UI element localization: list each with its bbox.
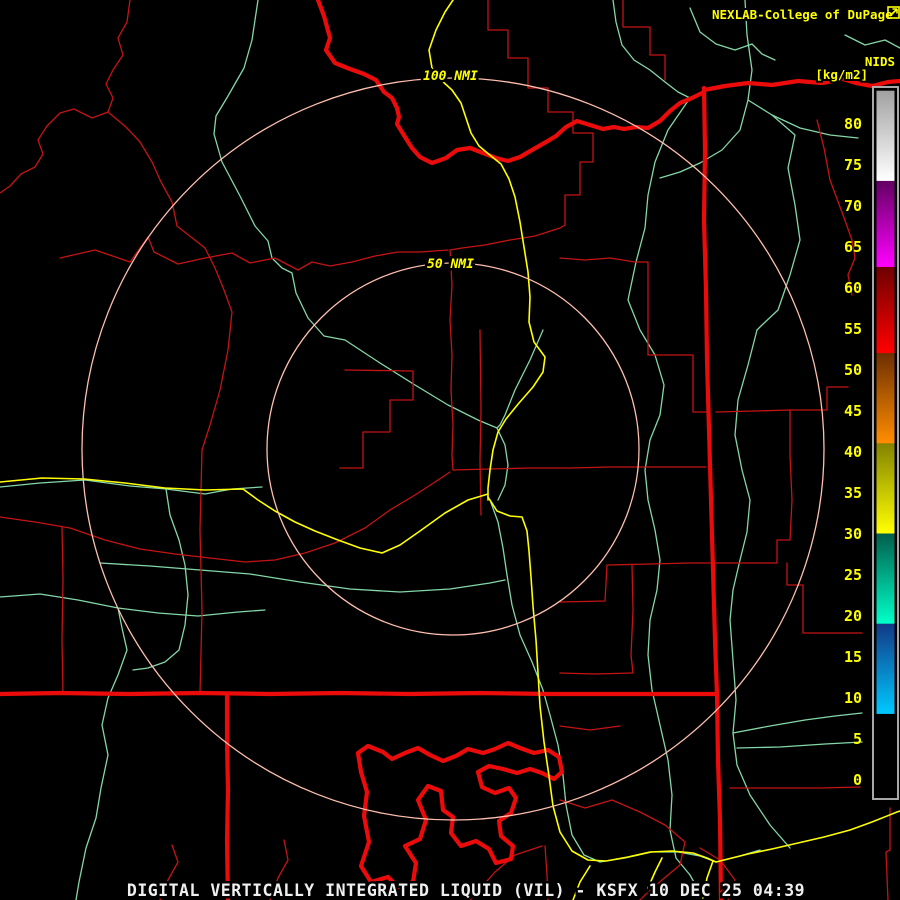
county-lines-layer [0, 0, 891, 900]
colorbar-tick-70: 70 [844, 197, 862, 215]
rivers-layer [0, 0, 900, 900]
county-line [59, 236, 449, 271]
product-label: NIDS [865, 54, 895, 69]
range-ring-100nmi [81, 77, 825, 821]
river-path [132, 488, 189, 671]
county-line [559, 257, 707, 413]
county-line [715, 386, 891, 900]
range-ring-50nmi-label: 50 NMI [427, 257, 474, 272]
state-border [701, 76, 900, 93]
river-path [736, 741, 863, 749]
county-line [199, 449, 203, 695]
range-ring-100nmi-label: 100 NMI [423, 69, 478, 84]
colorbar-tick-55: 55 [844, 320, 862, 338]
status-bar-text: DIGITAL VERTICALLY INTEGRATED LIQUID (VI… [127, 881, 805, 900]
county-line [339, 369, 414, 469]
colorbar-tick-50: 50 [844, 361, 862, 379]
colorbar-tick-20: 20 [844, 607, 862, 625]
state-border [701, 85, 724, 900]
colorbar-tick-60: 60 [844, 279, 862, 297]
river-path [213, 0, 498, 429]
county-line [61, 526, 64, 695]
colorbar: 80757065605550454035302520151050 [844, 86, 899, 800]
state-border [0, 690, 719, 697]
state-borders-layer [0, 0, 900, 900]
river-path [99, 562, 506, 593]
colorbar-tick-80: 80 [844, 115, 862, 133]
colorbar-tick-25: 25 [844, 566, 862, 584]
river-path [0, 593, 266, 617]
river-path [0, 479, 263, 495]
colorbar-tick-10: 10 [844, 689, 862, 707]
colorbar-tick-labels: 80757065605550454035302520151050 [844, 115, 862, 789]
units-label: [kg/m2] [815, 67, 868, 82]
colorbar-tick-30: 30 [844, 525, 862, 543]
colorbar-tick-75: 75 [844, 156, 862, 174]
river-path [747, 99, 801, 331]
colorbar-tick-35: 35 [844, 484, 862, 502]
county-line [449, 249, 454, 471]
radar-display: 50 NMI 100 NMI 80 75 70 65 60 55 50 45 40 35 30 25 2… [0, 0, 900, 900]
radar-map: 50 NMI 100 NMI 8075706560555045403530252… [0, 0, 900, 900]
nexlab-title: NEXLAB-College of DuPage [712, 7, 893, 22]
range-ring-50nmi [266, 262, 640, 636]
county-line [107, 111, 233, 451]
county-line [622, 0, 666, 81]
river-path [75, 607, 128, 900]
colorbar-gradient [876, 90, 895, 797]
colorbar-tick-45: 45 [844, 402, 862, 420]
river-path [729, 329, 791, 849]
county-line [479, 329, 482, 516]
colorbar-tick-5: 5 [853, 730, 862, 748]
highways-layer [0, 0, 900, 900]
highway-path [0, 477, 489, 554]
colorbar-tick-0: 0 [853, 771, 862, 789]
river-path [496, 329, 544, 501]
state-border [315, 0, 707, 166]
colorbar-tick-65: 65 [844, 238, 862, 256]
state-border [224, 691, 231, 900]
river-path [732, 712, 863, 734]
colorbar-tick-15: 15 [844, 648, 862, 666]
county-line [0, 471, 451, 563]
colorbar-tick-40: 40 [844, 443, 862, 461]
county-line [0, 0, 131, 194]
river-path [844, 34, 900, 49]
